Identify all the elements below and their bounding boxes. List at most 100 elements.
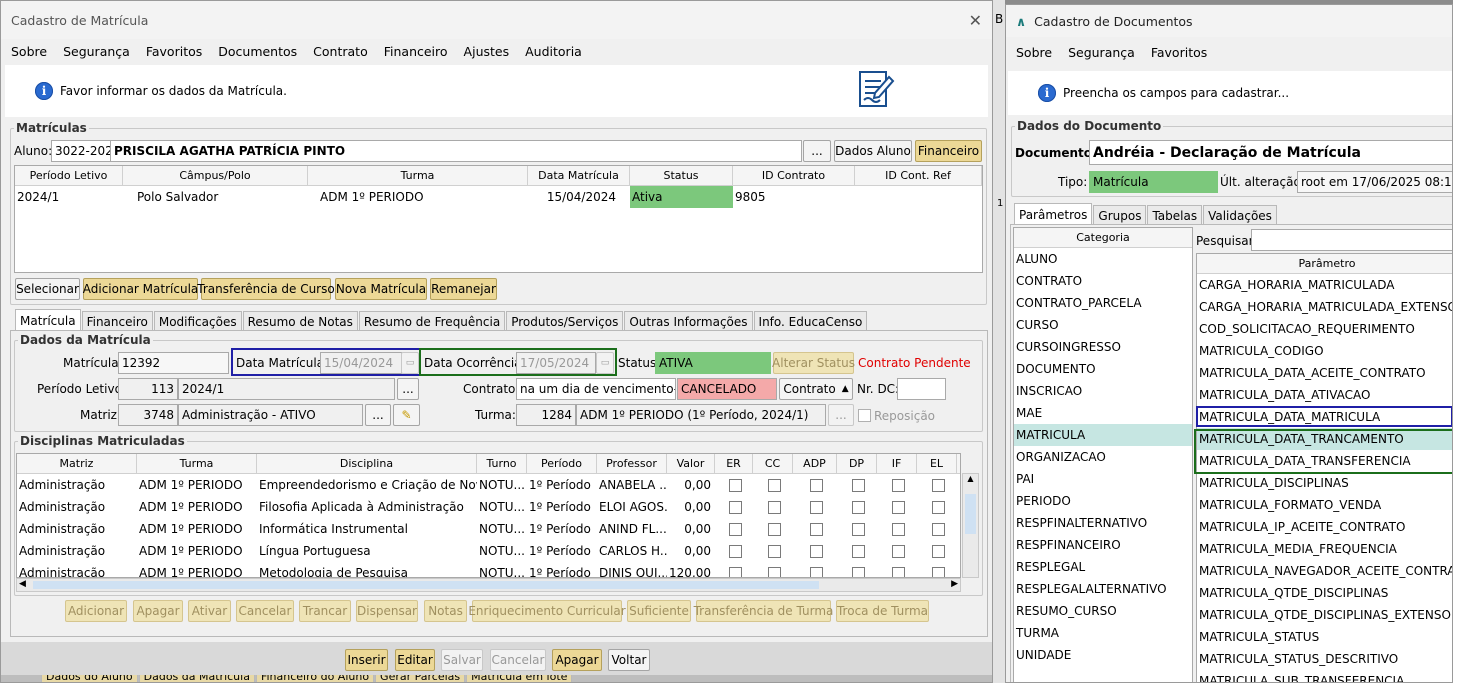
parametro-item[interactable]: MATRICULA_DATA_ACEITE_CONTRATO	[1197, 362, 1452, 384]
categoria-item[interactable]: CURSO	[1014, 314, 1192, 336]
menu-seguranca[interactable]: Segurança	[63, 44, 130, 59]
disc-transferencia-turma-button[interactable]: Transferência de Turma	[694, 600, 833, 622]
tab-parametros[interactable]: Parâmetros	[1014, 203, 1093, 225]
scroll-up-icon[interactable]: ▲	[963, 474, 978, 488]
col-campus[interactable]: Câmpus/Polo	[123, 166, 308, 185]
categoria-item[interactable]: PERIODO	[1014, 490, 1192, 512]
editar-button[interactable]: Editar	[395, 649, 435, 671]
disc-apagar-button[interactable]: Apagar	[133, 600, 183, 622]
task-dados-matricula[interactable]: Dados da Matrícula	[138, 675, 255, 682]
disc-suficiente-button[interactable]: Suficiente	[627, 600, 691, 622]
remanejar-button[interactable]: Remanejar	[430, 278, 497, 300]
reposicao-checkbox[interactable]	[858, 409, 871, 422]
row-checkbox[interactable]	[728, 566, 742, 577]
col-valor[interactable]: Valor	[667, 454, 715, 473]
col-periodo[interactable]: Período	[527, 454, 597, 473]
col-disciplina[interactable]: Disciplina	[257, 454, 477, 473]
matriz-search-button[interactable]: ...	[365, 404, 391, 426]
task-financeiro-aluno[interactable]: Financeiro do Aluno	[255, 675, 375, 682]
col-id-contrato[interactable]: ID Contrato	[733, 166, 855, 185]
tab-tabelas[interactable]: Tabelas	[1147, 205, 1203, 225]
row-checkbox[interactable]	[851, 500, 865, 514]
transferencia-curso-button[interactable]: Transferência de Curso	[197, 278, 335, 300]
apagar-button[interactable]: Apagar	[552, 649, 602, 671]
row-checkbox[interactable]	[809, 500, 823, 514]
matriz-input[interactable]: Administração - ATIVO	[178, 404, 363, 426]
menu-financeiro[interactable]: Financeiro	[384, 44, 448, 59]
dados-aluno-button[interactable]: Dados Aluno	[834, 140, 912, 162]
status-input[interactable]: ATIVA	[655, 352, 771, 374]
row-checkbox[interactable]	[809, 522, 823, 536]
doc-menu-sobre[interactable]: Sobre	[1016, 45, 1052, 60]
categoria-header[interactable]: Categoria	[1014, 228, 1192, 248]
categoria-item[interactable]: RESPLEGAL	[1014, 556, 1192, 578]
col-data[interactable]: Data Matrícula	[528, 166, 630, 185]
row-checkbox[interactable]	[809, 566, 823, 577]
parametro-item[interactable]: MATRICULA_CODIGO	[1197, 340, 1452, 362]
periodo-input[interactable]: 2024/1	[178, 378, 395, 400]
categoria-item[interactable]: CONTRATO	[1014, 270, 1192, 292]
tab-educacenso[interactable]: Info. EducaCenso	[753, 311, 868, 331]
col-matriz[interactable]: Matriz	[17, 454, 137, 473]
menu-auditoria[interactable]: Auditoria	[525, 44, 582, 59]
table-row[interactable]: Administração ADM 1º PERIODO Metodologia d…	[17, 562, 960, 577]
col-cc[interactable]: CC	[753, 454, 793, 473]
nrdc-input[interactable]	[897, 378, 946, 400]
col-if[interactable]: IF	[877, 454, 917, 473]
turma-search-button[interactable]: ...	[828, 404, 854, 426]
adicionar-matricula-button[interactable]: Adicionar Matrícula	[83, 278, 198, 300]
row-checkbox[interactable]	[851, 478, 865, 492]
ult-alteracao-input[interactable]: root em 17/06/2025 08:19	[1297, 171, 1452, 193]
row-checkbox[interactable]	[851, 544, 865, 558]
categoria-item[interactable]: CONTRATO_PARCELA	[1014, 292, 1192, 314]
scroll-right-icon[interactable]: ▶	[951, 579, 958, 589]
periodo-search-button[interactable]: ...	[397, 378, 419, 400]
nova-matricula-button[interactable]: Nova Matrícula	[335, 278, 427, 300]
scroll-thumb[interactable]	[965, 494, 976, 534]
financeiro-button[interactable]: Financeiro	[915, 140, 982, 162]
matricula-input[interactable]: 12392	[118, 352, 229, 374]
categoria-item[interactable]: TURMA	[1014, 622, 1192, 644]
categoria-item[interactable]: MATRICULA	[1014, 424, 1192, 446]
row-checkbox[interactable]	[891, 478, 905, 492]
tipo-input[interactable]: Matrícula	[1089, 171, 1218, 193]
row-checkbox[interactable]	[891, 522, 905, 536]
tab-financeiro[interactable]: Financeiro	[81, 311, 153, 331]
disc-ativar-button[interactable]: Ativar	[188, 600, 231, 622]
col-professor[interactable]: Professor	[597, 454, 667, 473]
categoria-item[interactable]: UNIDADE	[1014, 644, 1192, 666]
table-row[interactable]: Administração ADM 1º PERIODO Filosofia Apl…	[17, 496, 960, 518]
col-dp[interactable]: DP	[837, 454, 877, 473]
cancelar-button[interactable]: Cancelar	[490, 649, 546, 671]
parametro-item[interactable]: CARGA_HORARIA_MATRICULADA_EXTENSO	[1197, 296, 1452, 318]
tab-matricula[interactable]: Matrícula	[15, 309, 81, 331]
row-checkbox[interactable]	[809, 478, 823, 492]
tab-resumo-notas[interactable]: Resumo de Notas	[242, 311, 358, 331]
tab-modificacoes[interactable]: Modificações	[153, 311, 242, 331]
row-checkbox[interactable]	[891, 566, 905, 577]
doc-menu-seguranca[interactable]: Segurança	[1068, 45, 1135, 60]
disc-trancar-button[interactable]: Trancar	[299, 600, 351, 622]
row-checkbox[interactable]	[931, 566, 945, 577]
doc-menu-favoritos[interactable]: Favoritos	[1151, 45, 1207, 60]
row-checkbox[interactable]	[931, 478, 945, 492]
row-checkbox[interactable]	[891, 500, 905, 514]
tab-outras[interactable]: Outras Informações	[624, 311, 753, 331]
parametro-item[interactable]: MATRICULA_STATUS	[1197, 626, 1452, 648]
contrato-status-input[interactable]: CANCELADO	[677, 378, 777, 400]
disc-dispensar-button[interactable]: Dispensar	[356, 600, 418, 622]
categoria-item[interactable]: CURSOINGRESSO	[1014, 336, 1192, 358]
table-row[interactable]: Administração ADM 1º PERIODO Empreendedori…	[17, 474, 960, 496]
task-gerar-parcelas[interactable]: Gerar Parcelas	[375, 675, 466, 682]
col-turma[interactable]: Turma	[137, 454, 257, 473]
row-checkbox[interactable]	[767, 500, 781, 514]
row-checkbox[interactable]	[728, 522, 742, 536]
parametro-item[interactable]: COD_SOLICITACAO_REQUERIMENTO	[1197, 318, 1452, 340]
close-icon[interactable]: ✕	[969, 11, 982, 30]
scroll-left-icon[interactable]: ◀	[19, 579, 26, 589]
row-checkbox[interactable]	[728, 478, 742, 492]
categoria-item[interactable]: PAI	[1014, 468, 1192, 490]
row-checkbox[interactable]	[931, 522, 945, 536]
row-checkbox[interactable]	[767, 544, 781, 558]
categoria-item[interactable]: DOCUMENTO	[1014, 358, 1192, 380]
